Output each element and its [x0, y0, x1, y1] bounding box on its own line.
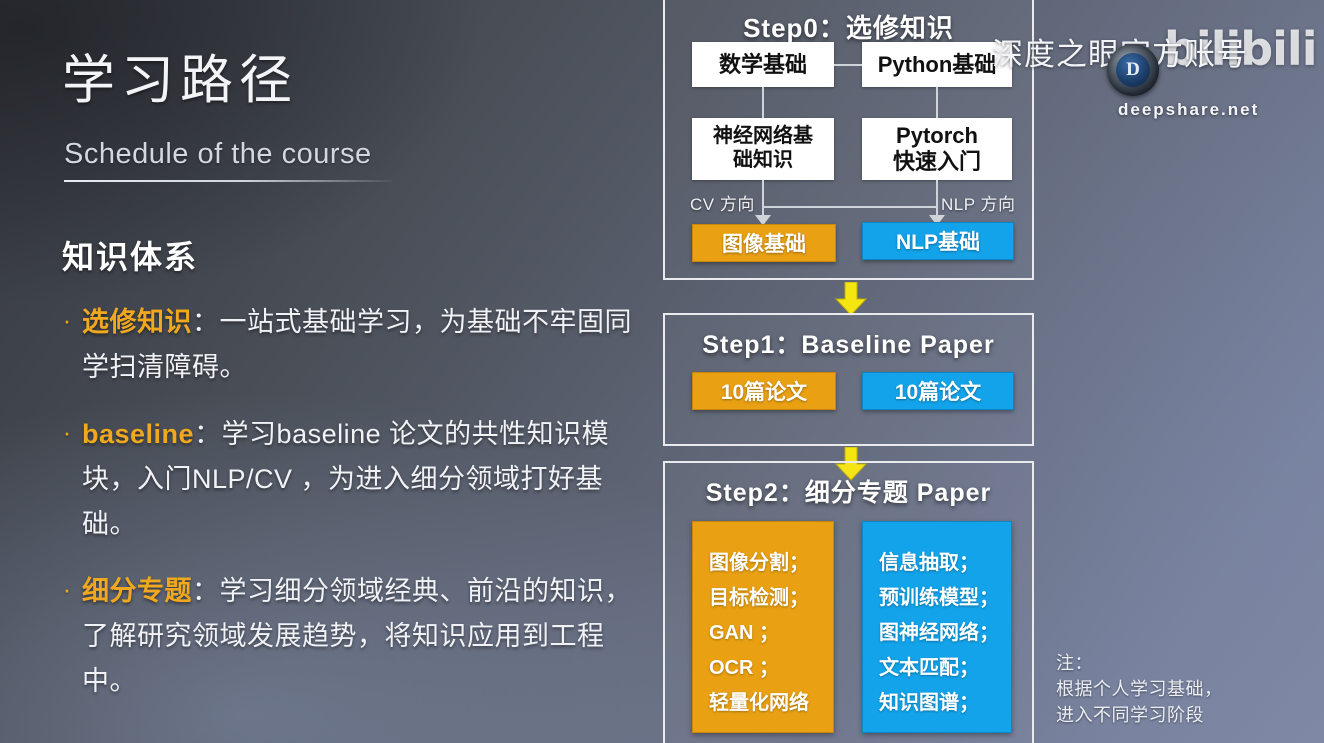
footnote-line1: 注：	[1056, 653, 1093, 673]
deepshare-domain: deepshare.net	[1118, 100, 1260, 119]
title-divider	[64, 180, 392, 182]
node-nlp-papers: 10篇论文	[862, 372, 1014, 410]
bullet-keyword: 选修知识	[82, 307, 192, 337]
bullet-text: 细分专题：学习细分领域经典、前沿的知识，了解研究领域发展趋势，将知识应用到工程中…	[82, 569, 652, 704]
connector-pytorch-down	[936, 180, 938, 208]
node-neural-network-basics: 神经网络基 础知识	[692, 118, 834, 180]
list-item: · 选修知识：一站式基础学习，为基础不牢固同学扫清障碍。	[52, 300, 652, 390]
node-nlp-basics: NLP基础	[862, 222, 1014, 260]
node-math-basics: 数学基础	[692, 42, 834, 87]
bullet-separator: ：	[192, 576, 220, 606]
node-python-basics: Python基础	[862, 42, 1012, 87]
list-item: 图神经网络；	[879, 622, 999, 644]
list-item: 预训练模型；	[879, 587, 999, 609]
bullet-marker-icon: ·	[62, 574, 72, 604]
node-cv-papers: 10篇论文	[692, 372, 836, 410]
connector-math-down	[762, 87, 764, 118]
slide-root: 学习路径 Schedule of the course 知识体系 · 选修知识：…	[0, 0, 1324, 743]
nlp-topics-list: 信息抽取； 预训练模型； 图神经网络； 文本匹配； 知识图谱；	[862, 521, 1012, 733]
label-nlp-direction: NLP 方向	[941, 195, 1016, 214]
footnote-line2: 根据个人学习基础，	[1056, 679, 1223, 699]
step2-panel: Step2：细分专题 Paper 图像分割； 目标检测； GAN ； OCR ；…	[663, 461, 1034, 743]
bullet-keyword: baseline	[82, 419, 195, 449]
bullet-separator: ：	[192, 307, 220, 337]
section-heading: 知识体系	[62, 239, 199, 275]
bullet-marker-icon: ·	[62, 305, 72, 335]
list-item: · 细分专题：学习细分领域经典、前沿的知识，了解研究领域发展趋势，将知识应用到工…	[52, 569, 652, 704]
connector-math-python	[834, 64, 862, 66]
node-pytorch-quickstart: Pytorch 快速入门	[862, 118, 1012, 180]
list-item: 知识图谱；	[879, 692, 979, 714]
step0-panel: Step0：选修知识 数学基础 Python基础 神经网络基 础知识 Pytor…	[663, 0, 1034, 280]
node-image-basics: 图像基础	[692, 224, 836, 262]
down-arrow-icon	[834, 282, 867, 316]
step1-title: Step1：Baseline Paper	[702, 331, 995, 359]
list-item: 目标检测；	[709, 587, 809, 609]
label-cv-direction: CV 方向	[690, 195, 755, 214]
page-title: 学习路径	[62, 51, 298, 110]
cv-topics-list: 图像分割； 目标检测； GAN ； OCR ； 轻量化网络	[692, 521, 834, 733]
bullet-marker-icon: ·	[62, 417, 72, 447]
learning-path-flow: Step0：选修知识 数学基础 Python基础 神经网络基 础知识 Pytor…	[663, 0, 1038, 743]
connector-python-down	[936, 87, 938, 118]
node-pytorch-line2: 快速入门	[892, 149, 981, 174]
bullet-text: baseline：学习baseline 论文的共性知识模块，入门NLP/CV ，…	[82, 412, 652, 547]
node-nn-line1: 神经网络基	[713, 125, 813, 148]
list-item: GAN ；	[709, 622, 779, 644]
step0-title: Step0：选修知识	[743, 13, 954, 43]
bullet-list: · 选修知识：一站式基础学习，为基础不牢固同学扫清障碍。 · baseline：…	[52, 300, 652, 726]
footnote: 注： 根据个人学习基础， 进入不同学习阶段	[1056, 650, 1223, 728]
node-pytorch-line1: Pytorch	[896, 123, 978, 149]
bullet-separator: ：	[194, 419, 222, 449]
bullet-text: 选修知识：一站式基础学习，为基础不牢固同学扫清障碍。	[82, 300, 652, 390]
deepshare-logo-icon: D	[1107, 44, 1159, 96]
list-item: OCR ；	[709, 657, 779, 679]
list-item: · baseline：学习baseline 论文的共性知识模块，入门NLP/CV…	[52, 412, 652, 547]
footnote-line3: 进入不同学习阶段	[1056, 705, 1204, 725]
connector-horizontal-split	[762, 206, 938, 208]
page-subtitle: Schedule of the course	[64, 138, 372, 170]
list-item: 轻量化网络	[709, 692, 809, 714]
list-item: 信息抽取；	[879, 552, 979, 574]
step1-panel: Step1：Baseline Paper 10篇论文 10篇论文	[663, 313, 1034, 446]
list-item: 图像分割；	[709, 552, 809, 574]
step2-title: Step2：细分专题 Paper	[705, 479, 992, 507]
left-column: 学习路径 Schedule of the course 知识体系 · 选修知识：…	[0, 0, 660, 743]
bilibili-watermark: bilibili	[1164, 22, 1317, 76]
node-nn-line2: 础知识	[733, 149, 793, 171]
bullet-keyword: 细分专题	[82, 576, 192, 606]
connector-nn-down	[762, 180, 764, 208]
list-item: 文本匹配；	[879, 657, 979, 679]
logo-letter: D	[1116, 53, 1150, 87]
